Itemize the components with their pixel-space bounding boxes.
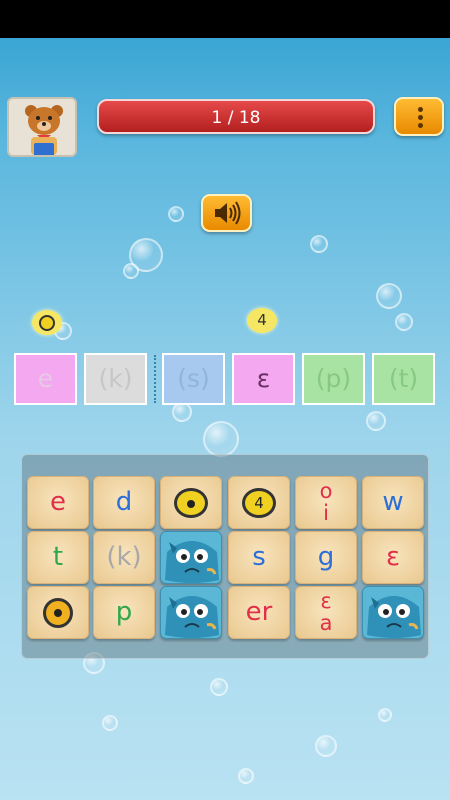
- tile-label: p: [115, 597, 133, 627]
- letter-tile[interactable]: [27, 586, 89, 639]
- fish-icon: [165, 596, 219, 638]
- tone-marker: 4: [242, 488, 276, 518]
- dot-icon: [39, 314, 55, 331]
- answer-slot-text: (s): [177, 364, 210, 393]
- letter-tile[interactable]: oi: [295, 476, 357, 529]
- answer-slot-text: (t): [388, 364, 419, 393]
- letter-tile[interactable]: [362, 586, 424, 639]
- status-bar: [0, 0, 450, 38]
- letter-tile[interactable]: ε: [362, 531, 424, 584]
- dot-icon: [174, 488, 208, 518]
- letter-tile[interactable]: [160, 531, 222, 584]
- tile-label: 4: [254, 494, 264, 512]
- tile-label: e: [50, 487, 66, 517]
- fish-icon: [165, 541, 219, 583]
- dot-icon: [43, 598, 73, 628]
- tile-label: er: [245, 597, 273, 627]
- tile-label: w: [382, 487, 404, 517]
- play-sound-button[interactable]: [201, 194, 252, 232]
- answer-slot[interactable]: (k): [84, 353, 147, 405]
- letter-tile[interactable]: (k): [93, 531, 155, 584]
- letter-tile[interactable]: s: [228, 531, 290, 584]
- bear-icon: [25, 105, 63, 155]
- tile-label: o: [319, 479, 333, 503]
- progress-bar: 1 / 18: [97, 99, 375, 134]
- speaker-icon: [215, 201, 241, 225]
- answer-slot[interactable]: (t): [372, 353, 435, 405]
- letter-tile[interactable]: d: [93, 476, 155, 529]
- answer-slot[interactable]: e: [14, 353, 77, 405]
- tile-label: d: [115, 487, 133, 517]
- syllable-divider: [154, 355, 156, 403]
- letter-tile[interactable]: w: [362, 476, 424, 529]
- answer-slot-text: (k): [98, 364, 133, 393]
- tile-label: g: [317, 542, 335, 572]
- tile-label: ε: [320, 589, 332, 613]
- menu-button[interactable]: [394, 97, 444, 136]
- tile-label: t: [52, 542, 64, 572]
- tile-label: ε: [385, 542, 401, 572]
- fish-icon: [367, 596, 421, 638]
- answer-slot[interactable]: ε: [232, 353, 295, 405]
- answer-slot-text: e: [37, 364, 54, 393]
- letter-tile[interactable]: [160, 476, 222, 529]
- letter-tile[interactable]: εa: [295, 586, 357, 639]
- tile-label: i: [323, 501, 329, 525]
- hint-tone-label: 4: [257, 311, 267, 329]
- tile-label: a: [319, 611, 333, 635]
- answer-slot[interactable]: (s): [162, 353, 225, 405]
- tile-label: (k): [106, 542, 142, 572]
- letter-tile[interactable]: er: [228, 586, 290, 639]
- letter-tile[interactable]: p: [93, 586, 155, 639]
- player-avatar[interactable]: [7, 97, 77, 157]
- answer-slot-text: (p): [315, 364, 352, 393]
- tile-label: s: [252, 542, 266, 572]
- letter-tile[interactable]: g: [295, 531, 357, 584]
- letter-tile[interactable]: e: [27, 476, 89, 529]
- answer-slot[interactable]: (p): [302, 353, 365, 405]
- letter-tile[interactable]: 4: [228, 476, 290, 529]
- progress-label: 1 / 18: [211, 108, 261, 128]
- letter-tile[interactable]: [160, 586, 222, 639]
- answer-slot-text: ε: [256, 364, 271, 393]
- hint-dot: [32, 310, 62, 335]
- hint-tone: 4: [247, 308, 277, 333]
- letter-tile[interactable]: t: [27, 531, 89, 584]
